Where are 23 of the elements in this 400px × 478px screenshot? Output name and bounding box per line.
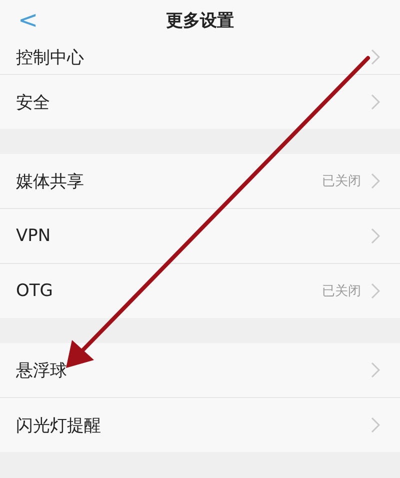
settings-row[interactable]: 闪光灯提醒 bbox=[0, 398, 400, 452]
row-label: 媒体共享 bbox=[16, 170, 85, 192]
row-label: 控制中心 bbox=[16, 46, 85, 68]
chevron-icon bbox=[371, 283, 380, 299]
settings-row[interactable]: 媒体共享 已关闭 bbox=[0, 154, 400, 209]
settings-row[interactable]: OTG 已关闭 bbox=[0, 264, 400, 318]
row-label: 闪光灯提醒 bbox=[16, 414, 102, 436]
chevron-icon bbox=[371, 362, 380, 378]
chevron-icon bbox=[371, 228, 380, 244]
screen-title: 更多设置 bbox=[166, 10, 234, 32]
status-text: 已关闭 bbox=[322, 283, 361, 300]
chevron-icon bbox=[371, 417, 380, 433]
row-label: 安全 bbox=[16, 92, 51, 114]
chevron-icon bbox=[371, 94, 380, 110]
chevron-icon bbox=[371, 173, 380, 189]
settings-row[interactable]: 控制中心 bbox=[0, 40, 400, 75]
settings-row[interactable]: VPN bbox=[0, 209, 400, 264]
chevron-icon bbox=[371, 49, 380, 65]
row-label: 悬浮球 bbox=[16, 360, 68, 382]
status-text: 已关闭 bbox=[322, 173, 361, 190]
row-label: OTG bbox=[16, 281, 54, 301]
settings-row[interactable]: 安全 bbox=[0, 75, 400, 129]
row-label: VPN bbox=[16, 226, 52, 246]
